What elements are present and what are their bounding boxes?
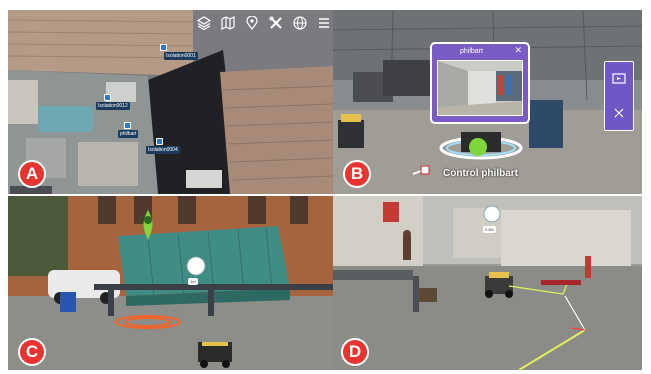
layers-icon[interactable] <box>195 14 213 32</box>
map-icon[interactable] <box>219 14 237 32</box>
tools-icon[interactable] <box>267 14 285 32</box>
map-toolbar <box>195 14 333 32</box>
map-view-panel[interactable]: Isolation0001 Isolation0012 philbart Iso… <box>8 10 333 194</box>
close-icon[interactable] <box>611 106 627 120</box>
robot-marker-icon[interactable] <box>124 122 131 129</box>
close-icon[interactable]: ✕ <box>514 46 522 56</box>
outdoor-scene <box>8 196 333 370</box>
map-marker-label[interactable]: Isolation0001 <box>164 52 198 60</box>
marker-pin-icon[interactable] <box>104 94 111 101</box>
camera-video-feed <box>437 60 523 116</box>
marker-pin-icon[interactable] <box>156 138 163 145</box>
map-marker-label[interactable]: Isolation0012 <box>96 102 130 110</box>
control-robot-label[interactable]: Control philbart <box>443 168 518 179</box>
marker-pin-icon[interactable] <box>160 44 167 51</box>
satellite-imagery <box>8 10 333 194</box>
map-marker-label[interactable]: Isolation0004 <box>146 146 180 154</box>
globe-icon[interactable] <box>291 14 309 32</box>
street-scene <box>333 196 642 370</box>
panel-letter-b: B <box>343 160 371 188</box>
panel-letter-a: A <box>18 160 46 188</box>
place-pin-icon[interactable] <box>243 14 261 32</box>
camera-feed-window[interactable]: philbart ✕ <box>430 42 530 124</box>
outdoor-ar-panel: 1m C <box>8 196 333 370</box>
street-ar-panel: 0.5m D <box>333 196 642 370</box>
panel-letter-c: C <box>18 338 46 366</box>
side-menu <box>604 61 634 131</box>
ar-hud-panel: philbart ✕ Control philbart B <box>333 10 642 194</box>
distance-tag: 0.5m <box>483 226 496 233</box>
window-title: philbart <box>460 48 483 55</box>
map-marker-label[interactable]: philbart <box>118 130 139 138</box>
screen-toggle-icon[interactable] <box>611 72 627 86</box>
panel-letter-d: D <box>341 338 369 366</box>
distance-tag: 1m <box>188 278 198 285</box>
menu-icon[interactable] <box>315 14 333 32</box>
